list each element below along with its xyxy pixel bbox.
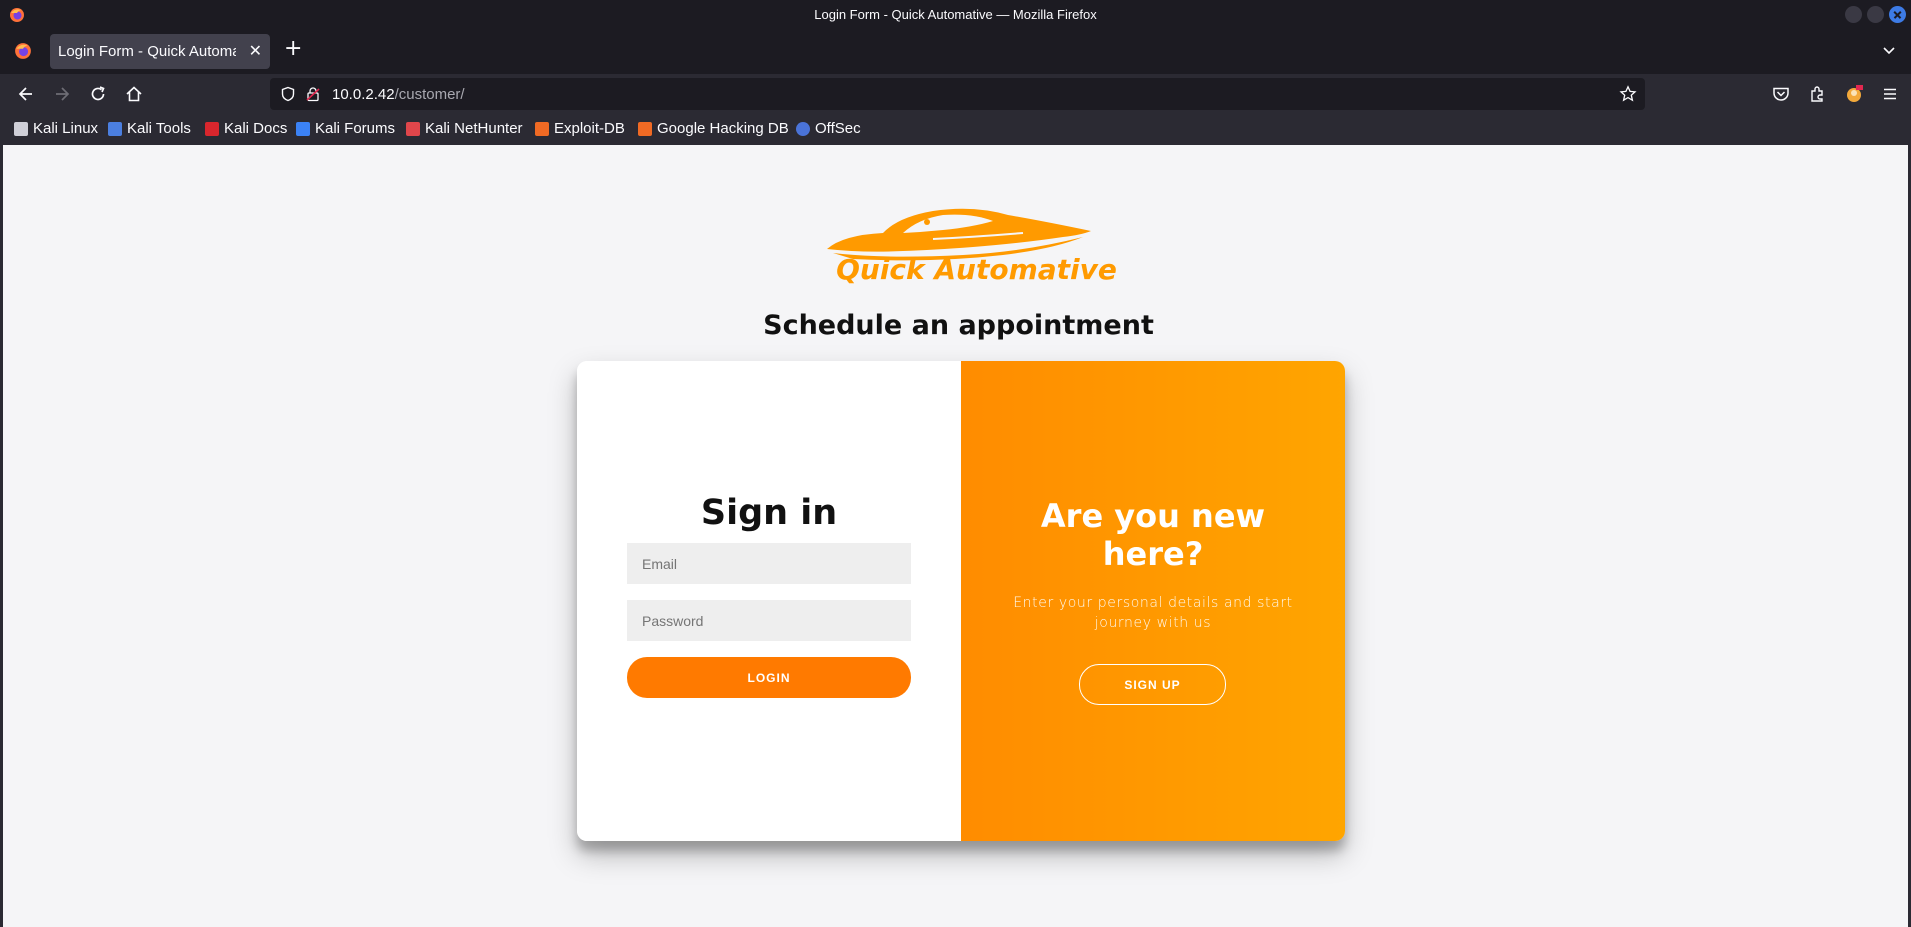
bookmark-google-hacking-db[interactable]: Google Hacking DB (638, 120, 789, 137)
bookmark-kali-tools[interactable]: Kali Tools (108, 120, 191, 137)
window-title: Login Form - Quick Automative — Mozilla … (814, 7, 1097, 22)
kali-nethunter-icon (406, 121, 420, 136)
reload-icon[interactable] (88, 84, 108, 104)
account-avatar-icon[interactable] (1844, 84, 1864, 104)
tab-close-icon[interactable]: ✕ (249, 41, 262, 61)
email-field[interactable] (627, 543, 911, 584)
bookmark-label: Exploit-DB (554, 120, 625, 137)
signin-form: Sign in LOGIN (577, 361, 961, 841)
password-field[interactable] (627, 600, 911, 641)
bookmark-kali-nethunter[interactable]: Kali NetHunter (406, 120, 523, 137)
bookmark-star-icon[interactable] (1619, 85, 1637, 103)
bookmark-label: Kali NetHunter (425, 120, 523, 137)
tab-active[interactable]: Login Form - Quick Automative ✕ (50, 34, 270, 69)
url-path: /customer/ (394, 86, 465, 103)
url-host: 10.0.2.42 (332, 86, 395, 103)
forward-icon[interactable] (52, 84, 72, 104)
url-text[interactable]: 10.0.2.42/customer/ (332, 86, 465, 103)
overlay-text: Enter your personal details and start jo… (1013, 595, 1293, 631)
bookmark-kali-linux[interactable]: Kali Linux (14, 120, 98, 137)
logo-text: Quick Automative (3, 253, 1911, 286)
tab-bar: Login Form - Quick Automative ✕ + (0, 29, 1911, 74)
url-bar[interactable]: 10.0.2.42/customer/ (270, 78, 1645, 110)
kali-tools-icon (108, 121, 122, 136)
logo-wordmark: Quick Automative (836, 253, 1117, 286)
bookmark-label: Kali Docs (224, 120, 288, 137)
bookmarks-toolbar: Kali Linux Kali Tools Kali Docs Kali For… (0, 114, 1911, 145)
page-headline: Schedule an appointment (763, 310, 1154, 341)
signup-overlay-panel: Are you new here? Enter your personal de… (961, 361, 1345, 841)
list-all-tabs-icon[interactable] (1881, 42, 1897, 58)
insecure-lock-icon[interactable] (305, 86, 321, 102)
back-icon[interactable] (16, 84, 36, 104)
login-button[interactable]: LOGIN (627, 657, 911, 698)
window-titlebar: Login Form - Quick Automative — Mozilla … (0, 0, 1911, 29)
new-tab-button[interactable]: + (284, 37, 302, 61)
maximize-button[interactable] (1867, 6, 1884, 23)
bookmark-kali-forums[interactable]: Kali Forums (296, 120, 395, 137)
bookmark-label: Kali Forums (315, 120, 396, 137)
home-icon[interactable] (124, 84, 144, 104)
navigation-toolbar: 10.0.2.42/customer/ (0, 74, 1911, 114)
signin-title: Sign in (700, 493, 838, 533)
extensions-icon[interactable] (1808, 84, 1828, 104)
tracking-shield-icon[interactable] (280, 86, 296, 102)
pocket-icon[interactable] (1771, 84, 1791, 104)
bookmark-label: OffSec (815, 120, 861, 137)
kali-dragon-icon (14, 121, 28, 136)
bookmark-label: Google Hacking DB (657, 120, 789, 137)
offsec-icon (796, 121, 810, 136)
firefox-view-icon[interactable] (14, 42, 32, 60)
kali-forums-icon (296, 121, 310, 136)
hamburger-menu-icon[interactable] (1880, 84, 1900, 104)
bookmark-label: Kali Tools (127, 120, 191, 137)
bookmark-kali-docs[interactable]: Kali Docs (205, 120, 287, 137)
minimize-button[interactable] (1845, 6, 1862, 23)
bookmark-offsec[interactable]: OffSec (796, 120, 861, 137)
exploit-db-icon (535, 121, 549, 136)
close-window-button[interactable] (1889, 6, 1906, 23)
overlay-title: Are you new here? (1040, 497, 1266, 573)
signup-button[interactable]: SIGN UP (1079, 664, 1226, 705)
bookmark-exploit-db[interactable]: Exploit-DB (535, 120, 625, 137)
kali-docs-icon (205, 121, 219, 136)
bookmark-label: Kali Linux (33, 120, 99, 137)
ghdb-icon (638, 121, 652, 136)
page-content: Quick Automative Schedule an appointment… (0, 145, 1911, 927)
auth-card: Sign in LOGIN Are you new here? Enter yo… (577, 361, 1345, 841)
tab-label: Login Form - Quick Automative (58, 43, 236, 60)
